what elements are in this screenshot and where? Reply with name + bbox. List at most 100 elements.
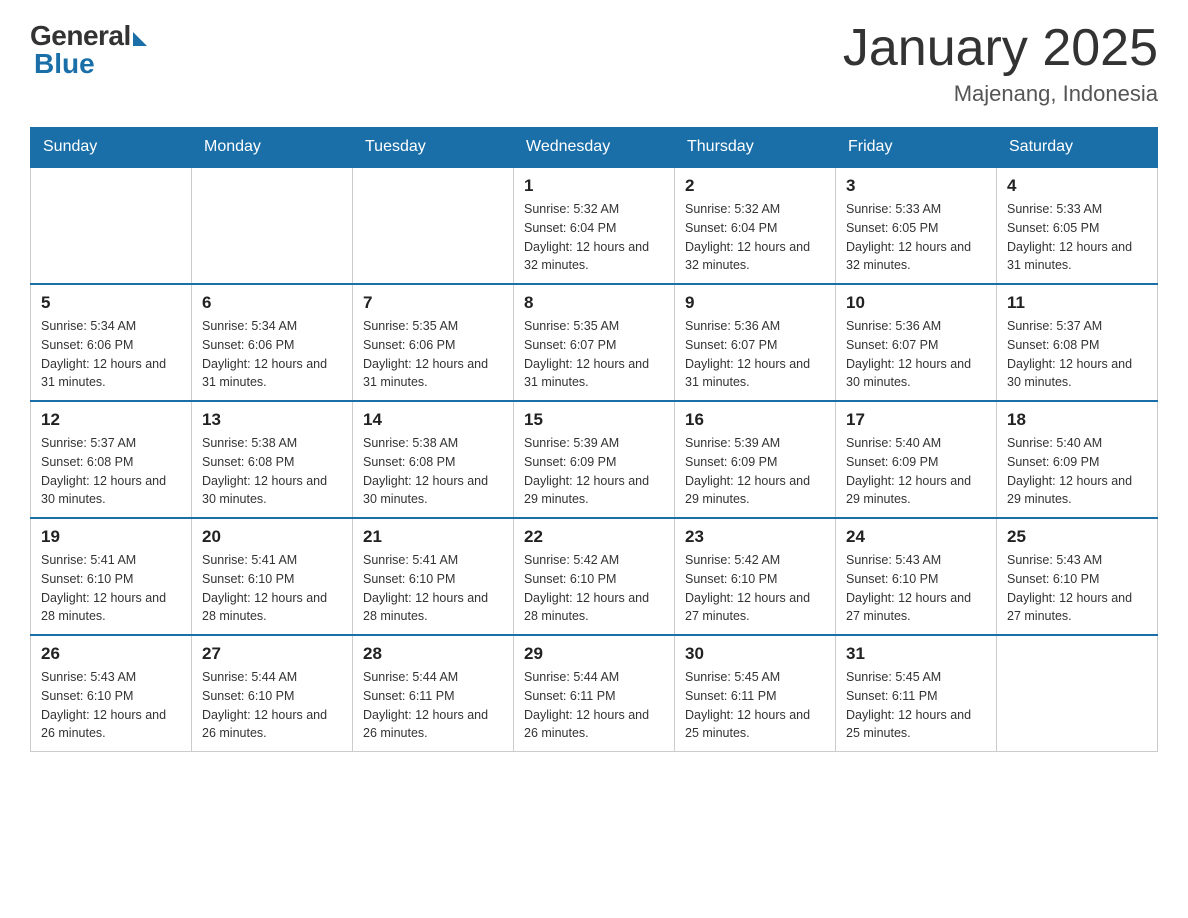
week-row: 5 Sunrise: 5:34 AM Sunset: 6:06 PM Daylig… [31,284,1158,401]
day-of-week-header: Wednesday [514,128,675,168]
day-info: Sunrise: 5:41 AM Sunset: 6:10 PM Dayligh… [202,551,342,626]
day-info: Sunrise: 5:42 AM Sunset: 6:10 PM Dayligh… [685,551,825,626]
day-info: Sunrise: 5:43 AM Sunset: 6:10 PM Dayligh… [1007,551,1147,626]
calendar-cell: 12 Sunrise: 5:37 AM Sunset: 6:08 PM Dayli… [31,401,192,518]
day-info: Sunrise: 5:44 AM Sunset: 6:11 PM Dayligh… [524,668,664,743]
calendar-cell: 22 Sunrise: 5:42 AM Sunset: 6:10 PM Dayli… [514,518,675,635]
day-number: 18 [1007,410,1147,430]
calendar-cell: 3 Sunrise: 5:33 AM Sunset: 6:05 PM Daylig… [836,167,997,284]
day-info: Sunrise: 5:32 AM Sunset: 6:04 PM Dayligh… [685,200,825,275]
week-row: 12 Sunrise: 5:37 AM Sunset: 6:08 PM Dayli… [31,401,1158,518]
day-info: Sunrise: 5:38 AM Sunset: 6:08 PM Dayligh… [363,434,503,509]
calendar-cell: 14 Sunrise: 5:38 AM Sunset: 6:08 PM Dayli… [353,401,514,518]
day-info: Sunrise: 5:44 AM Sunset: 6:11 PM Dayligh… [363,668,503,743]
day-number: 17 [846,410,986,430]
calendar-cell: 25 Sunrise: 5:43 AM Sunset: 6:10 PM Dayli… [997,518,1158,635]
day-number: 5 [41,293,181,313]
day-number: 24 [846,527,986,547]
calendar-cell: 26 Sunrise: 5:43 AM Sunset: 6:10 PM Dayli… [31,635,192,752]
calendar-cell: 11 Sunrise: 5:37 AM Sunset: 6:08 PM Dayli… [997,284,1158,401]
day-info: Sunrise: 5:38 AM Sunset: 6:08 PM Dayligh… [202,434,342,509]
day-number: 3 [846,176,986,196]
day-info: Sunrise: 5:40 AM Sunset: 6:09 PM Dayligh… [846,434,986,509]
calendar-cell [353,167,514,284]
calendar-cell: 10Sunrise: 5:36 AM Sunset: 6:07 PM Dayli… [836,284,997,401]
day-of-week-header: Friday [836,128,997,168]
calendar-cell: 7Sunrise: 5:35 AM Sunset: 6:06 PM Daylig… [353,284,514,401]
calendar-cell: 19Sunrise: 5:41 AM Sunset: 6:10 PM Dayli… [31,518,192,635]
day-number: 21 [363,527,503,547]
day-number: 25 [1007,527,1147,547]
logo: General Blue [30,20,147,80]
day-info: Sunrise: 5:36 AM Sunset: 6:07 PM Dayligh… [685,317,825,392]
day-info: Sunrise: 5:37 AM Sunset: 6:08 PM Dayligh… [1007,317,1147,392]
day-number: 4 [1007,176,1147,196]
day-info: Sunrise: 5:39 AM Sunset: 6:09 PM Dayligh… [524,434,664,509]
page-header: General Blue January 2025 Majenang, Indo… [30,20,1158,107]
day-number: 12 [41,410,181,430]
calendar-cell: 18 Sunrise: 5:40 AM Sunset: 6:09 PM Dayli… [997,401,1158,518]
day-info: Sunrise: 5:33 AM Sunset: 6:05 PM Dayligh… [846,200,986,275]
calendar-cell: 29 Sunrise: 5:44 AM Sunset: 6:11 PM Dayli… [514,635,675,752]
day-of-week-header: Tuesday [353,128,514,168]
day-info: Sunrise: 5:35 AM Sunset: 6:06 PM Dayligh… [363,317,503,392]
calendar-cell: 23 Sunrise: 5:42 AM Sunset: 6:10 PM Dayli… [675,518,836,635]
calendar-cell: 17 Sunrise: 5:40 AM Sunset: 6:09 PM Dayli… [836,401,997,518]
day-info: Sunrise: 5:45 AM Sunset: 6:11 PM Dayligh… [685,668,825,743]
day-number: 2 [685,176,825,196]
day-number: 11 [1007,293,1147,313]
week-row: 26 Sunrise: 5:43 AM Sunset: 6:10 PM Dayli… [31,635,1158,752]
week-row: 1 Sunrise: 5:32 AM Sunset: 6:04 PM Daylig… [31,167,1158,284]
calendar-cell [997,635,1158,752]
day-number: 27 [202,644,342,664]
day-info: Sunrise: 5:37 AM Sunset: 6:08 PM Dayligh… [41,434,181,509]
day-number: 14 [363,410,503,430]
calendar-cell: 24Sunrise: 5:43 AM Sunset: 6:10 PM Dayli… [836,518,997,635]
month-title: January 2025 [843,20,1158,77]
calendar-cell: 20 Sunrise: 5:41 AM Sunset: 6:10 PM Dayli… [192,518,353,635]
day-of-week-header: Sunday [31,128,192,168]
location-text: Majenang, Indonesia [843,81,1158,107]
day-number: 20 [202,527,342,547]
calendar-cell: 6 Sunrise: 5:34 AM Sunset: 6:06 PM Daylig… [192,284,353,401]
day-info: Sunrise: 5:34 AM Sunset: 6:06 PM Dayligh… [41,317,181,392]
day-number: 9 [685,293,825,313]
calendar-cell: 8Sunrise: 5:35 AM Sunset: 6:07 PM Daylig… [514,284,675,401]
day-of-week-header: Saturday [997,128,1158,168]
day-number: 8 [524,293,664,313]
day-info: Sunrise: 5:43 AM Sunset: 6:10 PM Dayligh… [41,668,181,743]
day-info: Sunrise: 5:40 AM Sunset: 6:09 PM Dayligh… [1007,434,1147,509]
day-info: Sunrise: 5:34 AM Sunset: 6:06 PM Dayligh… [202,317,342,392]
day-info: Sunrise: 5:45 AM Sunset: 6:11 PM Dayligh… [846,668,986,743]
logo-arrow-icon [133,32,147,46]
logo-blue-text: Blue [34,48,95,80]
calendar-cell: 13 Sunrise: 5:38 AM Sunset: 6:08 PM Dayli… [192,401,353,518]
day-number: 22 [524,527,664,547]
day-info: Sunrise: 5:42 AM Sunset: 6:10 PM Dayligh… [524,551,664,626]
week-row: 19Sunrise: 5:41 AM Sunset: 6:10 PM Dayli… [31,518,1158,635]
day-number: 1 [524,176,664,196]
calendar-cell: 15Sunrise: 5:39 AM Sunset: 6:09 PM Dayli… [514,401,675,518]
calendar-cell: 27Sunrise: 5:44 AM Sunset: 6:10 PM Dayli… [192,635,353,752]
calendar-cell: 30 Sunrise: 5:45 AM Sunset: 6:11 PM Dayli… [675,635,836,752]
day-info: Sunrise: 5:41 AM Sunset: 6:10 PM Dayligh… [363,551,503,626]
day-info: Sunrise: 5:41 AM Sunset: 6:10 PM Dayligh… [41,551,181,626]
calendar-cell: 28Sunrise: 5:44 AM Sunset: 6:11 PM Dayli… [353,635,514,752]
calendar-cell: 9 Sunrise: 5:36 AM Sunset: 6:07 PM Daylig… [675,284,836,401]
title-area: January 2025 Majenang, Indonesia [843,20,1158,107]
day-number: 30 [685,644,825,664]
calendar-header-row: SundayMondayTuesdayWednesdayThursdayFrid… [31,128,1158,168]
day-number: 26 [41,644,181,664]
calendar-cell: 2 Sunrise: 5:32 AM Sunset: 6:04 PM Daylig… [675,167,836,284]
day-number: 13 [202,410,342,430]
day-info: Sunrise: 5:36 AM Sunset: 6:07 PM Dayligh… [846,317,986,392]
calendar-cell: 5 Sunrise: 5:34 AM Sunset: 6:06 PM Daylig… [31,284,192,401]
calendar-cell [192,167,353,284]
day-info: Sunrise: 5:32 AM Sunset: 6:04 PM Dayligh… [524,200,664,275]
calendar-cell: 21 Sunrise: 5:41 AM Sunset: 6:10 PM Dayli… [353,518,514,635]
day-info: Sunrise: 5:33 AM Sunset: 6:05 PM Dayligh… [1007,200,1147,275]
day-number: 29 [524,644,664,664]
day-of-week-header: Thursday [675,128,836,168]
day-number: 23 [685,527,825,547]
day-number: 6 [202,293,342,313]
